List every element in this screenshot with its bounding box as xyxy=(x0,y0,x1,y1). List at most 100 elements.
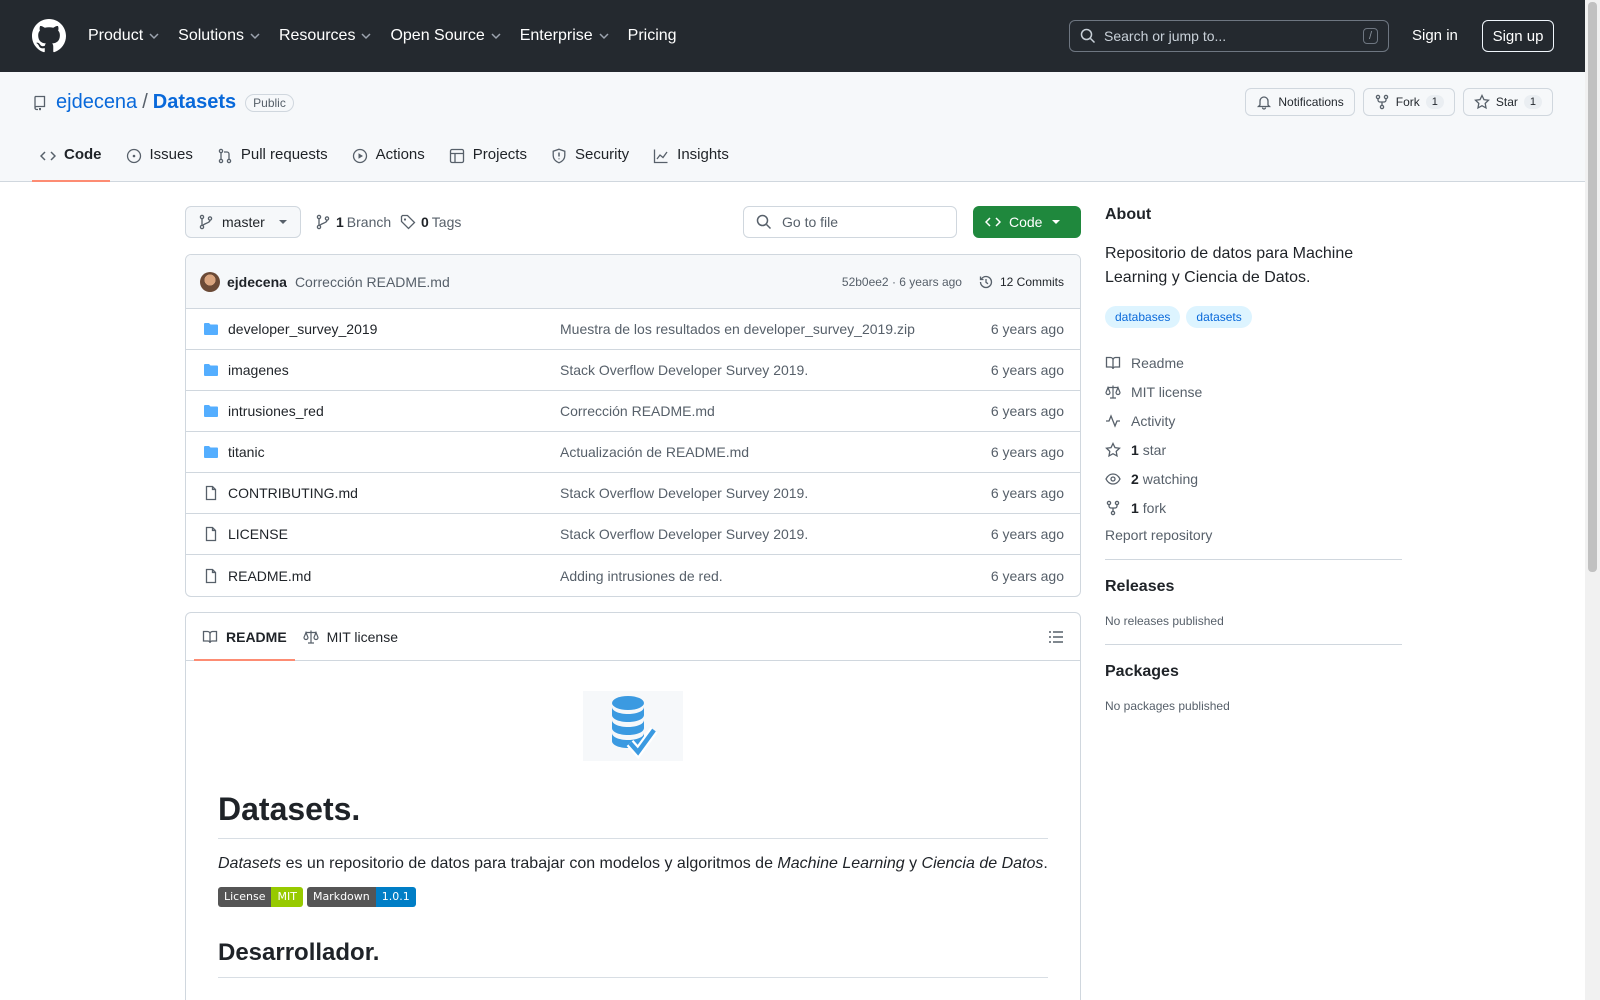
releases-empty: No releases published xyxy=(1105,614,1224,628)
star-button[interactable]: Star 1 xyxy=(1462,88,1553,116)
scrollbar-thumb[interactable] xyxy=(1588,2,1597,572)
watchers-link[interactable]: 2 watching xyxy=(1105,464,1402,493)
repo-name-link[interactable]: Datasets xyxy=(153,91,236,114)
file-row[interactable]: intrusiones_red Corrección README.md 6 y… xyxy=(186,391,1080,432)
topic-tag[interactable]: databases xyxy=(1105,306,1181,328)
forks-link[interactable]: 1 fork xyxy=(1105,493,1402,522)
folder-icon xyxy=(204,446,218,458)
sign-in-link[interactable]: Sign in xyxy=(1412,27,1458,44)
commit-message-link[interactable]: Corrección README.md xyxy=(295,274,450,290)
branch-selector[interactable]: master xyxy=(185,206,301,238)
list-outline-icon[interactable] xyxy=(1048,629,1064,645)
report-repository-link[interactable]: Report repository xyxy=(1105,527,1402,543)
shield-icon xyxy=(552,148,566,164)
fork-label: Fork xyxy=(1395,95,1420,109)
go-to-file-input[interactable]: Go to file xyxy=(743,206,957,238)
branch-icon xyxy=(199,214,213,230)
file-row[interactable]: CONTRIBUTING.md Stack Overflow Developer… xyxy=(186,473,1080,514)
activity-link[interactable]: Activity xyxy=(1105,406,1402,435)
branches-link[interactable]: 1 Branch xyxy=(315,214,391,230)
nav-solutions-label: Solutions xyxy=(178,27,244,44)
tab-license[interactable]: MIT license xyxy=(295,613,406,661)
releases-title[interactable]: Releases xyxy=(1105,578,1402,596)
tab-code[interactable]: Code xyxy=(32,144,110,182)
file-name[interactable]: titanic xyxy=(228,444,560,460)
tab-license-label: MIT license xyxy=(326,628,398,645)
search-input[interactable]: Search or jump to... / xyxy=(1069,20,1389,52)
graph-icon xyxy=(654,149,668,164)
file-row[interactable]: LICENSE Stack Overflow Developer Survey … xyxy=(186,514,1080,555)
search-placeholder: Search or jump to... xyxy=(1104,28,1227,44)
fork-icon xyxy=(1375,94,1388,110)
avatar[interactable] xyxy=(200,271,220,292)
file-name[interactable]: README.md xyxy=(228,568,560,584)
intro-text-2: y xyxy=(904,855,922,872)
file-commit-message[interactable]: Muestra de los resultados en developer_s… xyxy=(560,321,991,337)
file-commit-time: 6 years ago xyxy=(990,321,1064,337)
branch-icon xyxy=(316,214,330,230)
watching-label: watching xyxy=(1142,470,1199,487)
intro-text-3: . xyxy=(1043,855,1048,872)
file-row[interactable]: titanic Actualización de README.md 6 yea… xyxy=(186,432,1080,473)
page-scrollbar[interactable] xyxy=(1585,0,1600,1000)
file-row[interactable]: developer_survey_2019 Muestra de los res… xyxy=(186,309,1080,350)
search-shortcut-hint: / xyxy=(1362,28,1378,44)
code-dropdown-button[interactable]: Code xyxy=(973,206,1081,238)
topic-tag[interactable]: datasets xyxy=(1186,306,1252,328)
markdown-badge[interactable]: Markdown 1.0.1 xyxy=(306,887,416,907)
visibility-badge: Public xyxy=(245,93,294,112)
file-commit-message[interactable]: Stack Overflow Developer Survey 2019. xyxy=(560,526,991,542)
file-name[interactable]: developer_survey_2019 xyxy=(228,321,560,337)
file-name[interactable]: imagenes xyxy=(228,362,560,378)
search-icon xyxy=(756,214,772,230)
file-name[interactable]: intrusiones_red xyxy=(228,403,560,419)
star-label: Star xyxy=(1495,95,1518,109)
nav-solutions[interactable]: Solutions xyxy=(178,27,261,45)
file-commit-message[interactable]: Stack Overflow Developer Survey 2019. xyxy=(560,485,991,501)
stars-link[interactable]: 1 star xyxy=(1105,435,1402,464)
tab-issues[interactable]: Issues xyxy=(118,144,201,182)
file-commit-message[interactable]: Adding intrusiones de red. xyxy=(560,568,991,584)
github-logo-icon[interactable] xyxy=(32,19,66,53)
nav-product[interactable]: Product xyxy=(88,27,160,45)
file-name[interactable]: CONTRIBUTING.md xyxy=(228,485,560,501)
file-commit-message[interactable]: Stack Overflow Developer Survey 2019. xyxy=(560,362,991,378)
license-link[interactable]: MIT license xyxy=(1105,377,1402,406)
file-row[interactable]: README.md Adding intrusiones de red. 6 y… xyxy=(186,555,1080,596)
branch-bar: master 1 Branch 0 Tags Go to file Code xyxy=(185,206,1081,238)
nav-pricing[interactable]: Pricing xyxy=(628,27,677,45)
commit-hash-time[interactable]: 52b0ee2 · 6 years ago xyxy=(842,275,962,289)
file-name[interactable]: LICENSE xyxy=(228,526,560,542)
repo-owner-link[interactable]: ejdecena xyxy=(56,91,137,114)
notifications-button[interactable]: Notifications xyxy=(1245,88,1355,116)
tab-insights[interactable]: Insights xyxy=(645,144,737,182)
nav-resources[interactable]: Resources xyxy=(279,27,372,45)
sign-up-button[interactable]: Sign up xyxy=(1482,20,1554,52)
chevron-down-icon xyxy=(361,33,371,40)
file-row[interactable]: imagenes Stack Overflow Developer Survey… xyxy=(186,350,1080,391)
repo-title: ejdecena / Datasets Public xyxy=(32,91,294,114)
stars-count: 1 xyxy=(1131,441,1139,458)
nav-enterprise[interactable]: Enterprise xyxy=(520,27,610,45)
license-badge[interactable]: License MIT xyxy=(218,887,303,907)
packages-title[interactable]: Packages xyxy=(1105,663,1402,681)
fork-button[interactable]: Fork 1 xyxy=(1362,88,1455,116)
tab-pull-requests[interactable]: Pull requests xyxy=(209,144,336,182)
tab-security[interactable]: Security xyxy=(543,144,637,182)
fork-count: 1 xyxy=(1425,95,1444,109)
file-commit-time: 6 years ago xyxy=(990,567,1064,584)
readme-link[interactable]: Readme xyxy=(1105,348,1402,377)
file-commit-message[interactable]: Corrección README.md xyxy=(560,403,991,419)
nav-open-source[interactable]: Open Source xyxy=(390,27,501,45)
nav-product-label: Product xyxy=(88,27,144,44)
tab-projects[interactable]: Projects xyxy=(441,144,535,182)
file-commit-message[interactable]: Actualización de README.md xyxy=(560,444,991,460)
commit-author-link[interactable]: ejdecena xyxy=(227,274,287,290)
tab-readme[interactable]: README xyxy=(194,613,295,661)
tab-actions[interactable]: Actions xyxy=(344,144,433,182)
code-icon xyxy=(40,151,56,161)
tags-link[interactable]: 0 Tags xyxy=(400,214,461,230)
repo-path-separator: / xyxy=(142,91,148,113)
commits-link[interactable]: 12 Commits xyxy=(978,274,1064,290)
file-commit-time: 6 years ago xyxy=(990,444,1064,460)
